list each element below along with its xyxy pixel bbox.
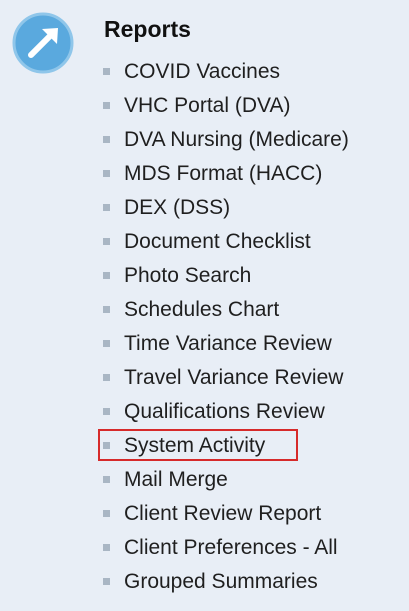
report-label: MDS Format (HACC) <box>124 162 323 185</box>
bullet-icon <box>103 510 110 517</box>
bullet-icon <box>103 238 110 245</box>
report-label: Client Preferences - All <box>124 536 338 559</box>
report-link-qualifications-review[interactable]: Qualifications Review <box>100 395 400 429</box>
report-link-travel-variance-review[interactable]: Travel Variance Review <box>100 361 400 395</box>
report-label: Mail Merge <box>124 468 228 491</box>
bullet-icon <box>103 170 110 177</box>
bullet-icon <box>103 204 110 211</box>
report-link-system-activity[interactable]: System Activity <box>98 429 400 463</box>
bullet-icon <box>103 102 110 109</box>
report-link-dex-dss[interactable]: DEX (DSS) <box>100 191 400 225</box>
bullet-icon <box>103 476 110 483</box>
report-link-schedules-chart[interactable]: Schedules Chart <box>100 293 400 327</box>
report-label: Time Variance Review <box>124 332 332 355</box>
reports-arrow-icon <box>12 12 74 74</box>
report-link-grouped-summaries[interactable]: Grouped Summaries <box>100 565 400 599</box>
bullet-icon <box>103 68 110 75</box>
report-link-client-preferences-all[interactable]: Client Preferences - All <box>100 531 400 565</box>
report-link-vhc-portal-dva[interactable]: VHC Portal (DVA) <box>100 89 400 123</box>
report-link-covid-vaccines[interactable]: COVID Vaccines <box>100 55 400 89</box>
bullet-icon <box>103 578 110 585</box>
report-label: Document Checklist <box>124 230 311 253</box>
bullet-icon <box>103 442 110 449</box>
report-link-document-checklist[interactable]: Document Checklist <box>100 225 400 259</box>
bullet-icon <box>103 544 110 551</box>
report-link-dva-nursing-medicare[interactable]: DVA Nursing (Medicare) <box>100 123 400 157</box>
report-link-mail-merge[interactable]: Mail Merge <box>100 463 400 497</box>
report-label: COVID Vaccines <box>124 60 280 83</box>
bullet-icon <box>103 272 110 279</box>
report-link-photo-search[interactable]: Photo Search <box>100 259 400 293</box>
report-label: Photo Search <box>124 264 252 287</box>
report-link-client-review-report[interactable]: Client Review Report <box>100 497 400 531</box>
report-label: DVA Nursing (Medicare) <box>124 128 349 151</box>
bullet-icon <box>103 374 110 381</box>
report-label: Qualifications Review <box>124 400 325 423</box>
report-link-time-variance-review[interactable]: Time Variance Review <box>100 327 400 361</box>
report-label: System Activity <box>124 434 266 457</box>
bullet-icon <box>103 408 110 415</box>
report-label: Travel Variance Review <box>124 366 344 389</box>
report-label: Grouped Summaries <box>124 570 318 593</box>
report-label: DEX (DSS) <box>124 196 231 219</box>
report-label: VHC Portal (DVA) <box>124 94 291 117</box>
bullet-icon <box>103 306 110 313</box>
report-link-mds-format-hacc[interactable]: MDS Format (HACC) <box>100 157 400 191</box>
bullet-icon <box>103 340 110 347</box>
reports-list: COVID Vaccines VHC Portal (DVA) DVA Nursin… <box>98 55 400 599</box>
bullet-icon <box>103 136 110 143</box>
section-title: Reports <box>104 16 191 42</box>
report-label: Client Review Report <box>124 502 322 525</box>
report-label: Schedules Chart <box>124 298 280 321</box>
